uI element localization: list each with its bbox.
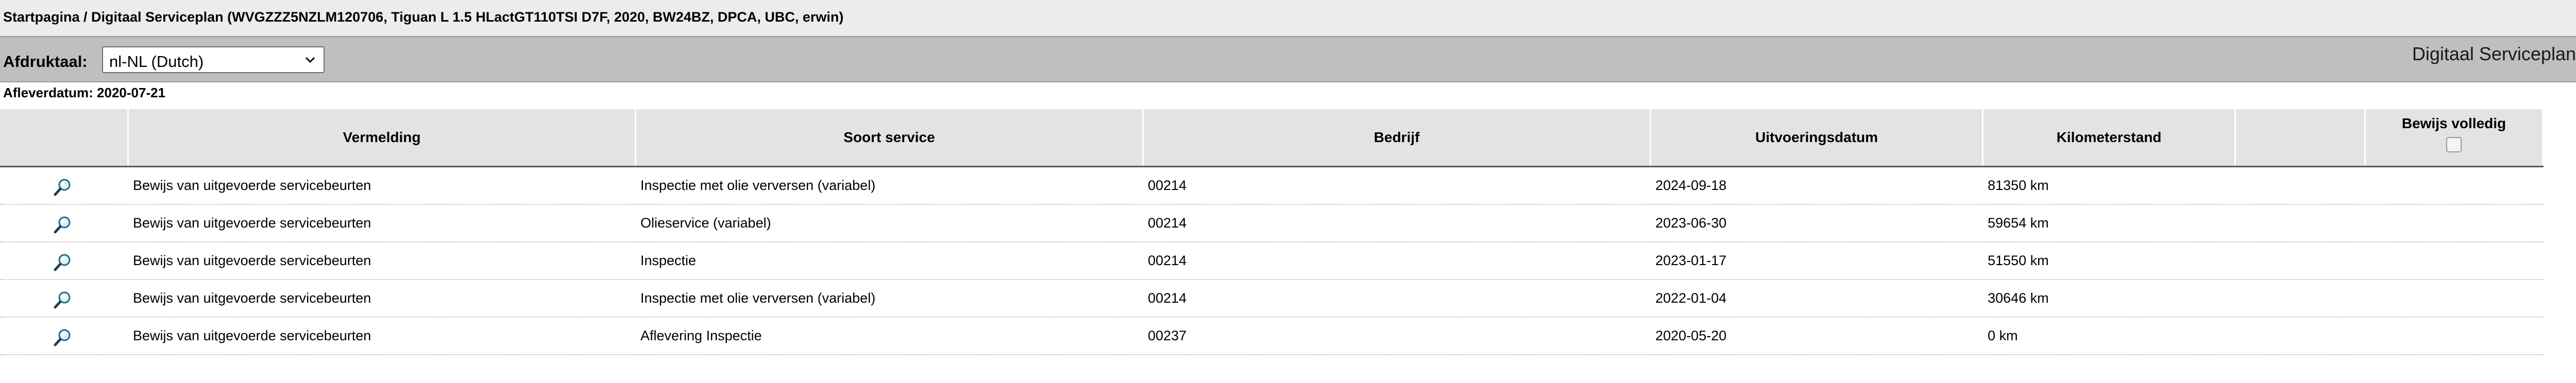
cell-kilometerstand: 59654 km xyxy=(1988,215,2049,231)
table-body: Bewijs van uitgevoerde servicebeurten Ins… xyxy=(0,167,2544,355)
cell-soort-service: Olieservice (variabel) xyxy=(640,215,771,231)
breadcrumb-bar: Startpagina / Digitaal Serviceplan (WVGZ… xyxy=(0,0,2576,37)
cell-bedrijf: 00214 xyxy=(1148,178,1187,193)
table-row: Bewijs van uitgevoerde servicebeurten Ins… xyxy=(0,280,2544,318)
header-uitvoeringsdatum[interactable]: Uitvoeringsdatum xyxy=(1651,109,1984,166)
header-soort-service[interactable]: Soort service xyxy=(636,109,1144,166)
cell-uitvoeringsdatum: 2024-09-18 xyxy=(1655,178,1727,193)
table-row: Bewijs van uitgevoerde servicebeurten Afl… xyxy=(0,318,2544,355)
cell-vermelding: Bewijs van uitgevoerde servicebeurten xyxy=(133,290,371,306)
header-kilometerstand[interactable]: Kilometerstand xyxy=(1984,109,2236,166)
breadcrumb[interactable]: Startpagina / Digitaal Serviceplan (WVGZ… xyxy=(3,9,843,25)
cell-soort-service: Inspectie met olie verversen (variabel) xyxy=(640,290,876,306)
cell-kilometerstand: 30646 km xyxy=(1988,290,2049,306)
table-row: Bewijs van uitgevoerde servicebeurten Ins… xyxy=(0,167,2544,205)
table-row: Bewijs van uitgevoerde servicebeurten Oli… xyxy=(0,205,2544,242)
toolbar: Afdruktaal: nl-NL (Dutch) Digitaal Servi… xyxy=(0,36,2576,82)
header-bewijs-volledig-label: Bewijs volledig xyxy=(2401,115,2506,131)
table-row: Bewijs van uitgevoerde servicebeurten Ins… xyxy=(0,242,2544,280)
cell-kilometerstand: 81350 km xyxy=(1988,178,2049,193)
header-bewijs-volledig: Bewijs volledig xyxy=(2366,109,2544,166)
cell-uitvoeringsdatum: 2023-01-17 xyxy=(1655,253,1727,268)
header-action xyxy=(0,109,129,166)
magnifier-icon[interactable] xyxy=(53,289,73,310)
header-vermelding[interactable]: Vermelding xyxy=(129,109,636,166)
header-bedrijf[interactable]: Bedrijf xyxy=(1144,109,1651,166)
language-select-value: nl-NL (Dutch) xyxy=(109,53,204,71)
service-table: Vermelding Soort service Bedrijf Uitvoer… xyxy=(0,109,2544,355)
cell-kilometerstand: 0 km xyxy=(1988,328,2018,343)
cell-soort-service: Aflevering Inspectie xyxy=(640,328,762,343)
delivery-date: Afleverdatum: 2020-07-21 xyxy=(3,85,166,100)
cell-bedrijf: 00214 xyxy=(1148,253,1187,268)
cell-uitvoeringsdatum: 2020-05-20 xyxy=(1655,328,1727,343)
magnifier-icon[interactable] xyxy=(53,214,73,235)
cell-soort-service: Inspectie xyxy=(640,253,697,268)
cell-bedrijf: 00214 xyxy=(1148,290,1187,306)
magnifier-icon[interactable] xyxy=(53,252,73,272)
header-empty xyxy=(2236,109,2366,166)
cell-vermelding: Bewijs van uitgevoerde servicebeurten xyxy=(133,253,371,268)
table-header-row: Vermelding Soort service Bedrijf Uitvoer… xyxy=(0,109,2544,167)
cell-vermelding: Bewijs van uitgevoerde servicebeurten xyxy=(133,328,371,343)
cell-uitvoeringsdatum: 2023-06-30 xyxy=(1655,215,1727,231)
chevron-down-icon xyxy=(305,57,315,63)
language-select[interactable]: nl-NL (Dutch) xyxy=(102,46,325,73)
cell-kilometerstand: 51550 km xyxy=(1988,253,2049,268)
cell-bedrijf: 00214 xyxy=(1148,215,1187,231)
cell-vermelding: Bewijs van uitgevoerde servicebeurten xyxy=(133,215,371,231)
cell-soort-service: Inspectie met olie verversen (variabel) xyxy=(640,178,876,193)
cell-uitvoeringsdatum: 2022-01-04 xyxy=(1655,290,1727,306)
cell-bedrijf: 00237 xyxy=(1148,328,1187,343)
cell-vermelding: Bewijs van uitgevoerde servicebeurten xyxy=(133,178,371,193)
language-label: Afdruktaal: xyxy=(3,53,88,71)
page-title: Digitaal Serviceplan xyxy=(2412,43,2576,64)
magnifier-icon[interactable] xyxy=(53,177,73,197)
magnifier-icon[interactable] xyxy=(53,327,73,347)
select-all-checkbox[interactable] xyxy=(2446,137,2462,152)
